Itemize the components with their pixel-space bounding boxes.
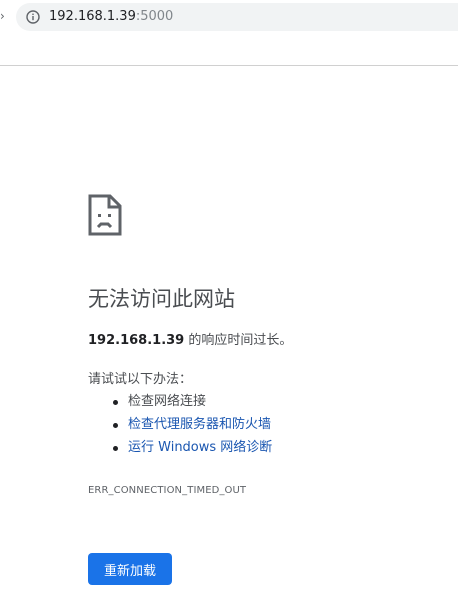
address-bar[interactable]: 192.168.1.39:5000 (16, 3, 458, 31)
error-heading: 无法访问此网站 (88, 287, 235, 311)
run-diagnostics-link[interactable]: 运行 Windows 网络诊断 (128, 440, 272, 455)
reload-button[interactable]: 重新加载 (88, 553, 172, 585)
check-proxy-link[interactable]: 检查代理服务器和防火墙 (128, 417, 271, 432)
try-label: 请试试以下办法： (88, 372, 193, 387)
suggestion-check-proxy: 检查代理服务器和防火墙 (88, 416, 272, 439)
suggestion-check-network: 检查网络连接 (88, 393, 272, 416)
browser-toolbar: › 192.168.1.39:5000 (0, 0, 458, 66)
error-host: 192.168.1.39 (88, 333, 185, 348)
suggestion-list: 检查网络连接 检查代理服务器和防火墙 运行 Windows 网络诊断 (88, 393, 272, 462)
back-chevron-icon[interactable]: › (0, 9, 6, 23)
url-text[interactable]: 192.168.1.39:5000 (49, 8, 173, 26)
info-icon[interactable] (26, 10, 40, 24)
url-host: 192.168.1.39 (49, 9, 136, 24)
url-port: :5000 (135, 9, 174, 24)
suggestion-label: 检查网络连接 (128, 394, 207, 409)
error-summary-suffix: 的响应时间过长。 (184, 333, 293, 348)
error-code: ERR_CONNECTION_TIMED_OUT (88, 485, 247, 496)
suggestion-run-diagnostics: 运行 Windows 网络诊断 (88, 439, 272, 462)
error-summary: 192.168.1.39 的响应时间过长。 (88, 332, 292, 350)
sad-page-icon (88, 194, 122, 236)
